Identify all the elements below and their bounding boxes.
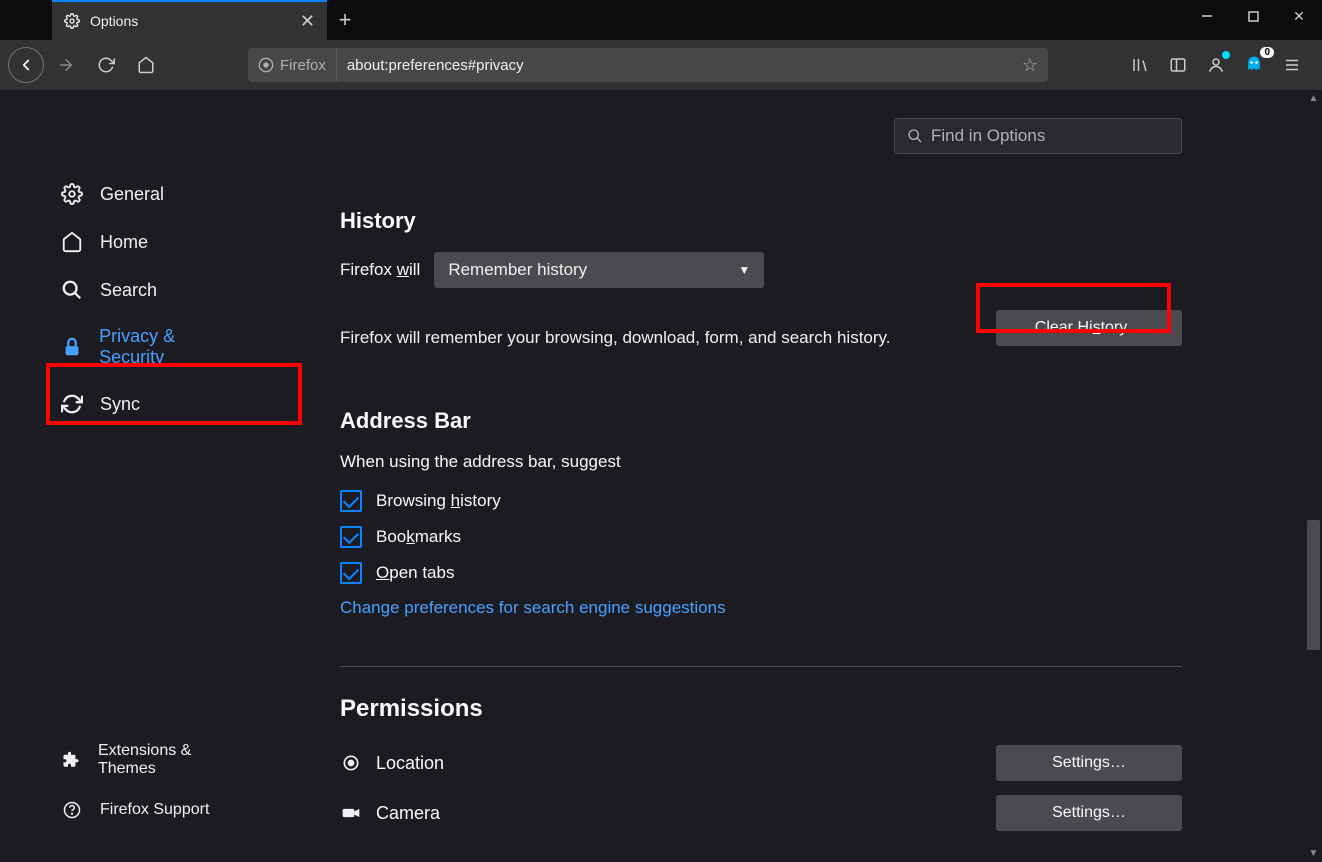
sidebar-item-label: Search bbox=[100, 280, 157, 301]
preferences-sidebar: General Home Search Privacy & Security S… bbox=[0, 90, 300, 862]
tab-options[interactable]: Options ✕ bbox=[52, 0, 327, 40]
urlbar-container: Firefox ☆ bbox=[248, 48, 1048, 82]
scroll-thumb[interactable] bbox=[1307, 520, 1320, 650]
tab-strip: Options ✕ + bbox=[0, 0, 363, 40]
tab-title: Options bbox=[90, 13, 138, 29]
back-button[interactable] bbox=[8, 47, 44, 83]
checkbox-bookmarks[interactable]: Bookmarks bbox=[340, 526, 1182, 548]
location-settings-button[interactable]: Settings… bbox=[996, 745, 1182, 781]
checkbox-icon bbox=[340, 490, 362, 512]
help-icon bbox=[60, 798, 84, 822]
permission-row-location: Location Settings… bbox=[340, 745, 1182, 781]
checkbox-icon bbox=[340, 526, 362, 548]
location-icon bbox=[340, 752, 362, 774]
chevron-down-icon: ▼ bbox=[738, 263, 750, 277]
minimize-button[interactable] bbox=[1184, 0, 1230, 32]
lock-icon bbox=[60, 335, 83, 359]
firefox-will-label: Firefox will bbox=[340, 260, 420, 280]
puzzle-icon bbox=[60, 748, 82, 772]
sidebar-item-label: Sync bbox=[100, 394, 140, 415]
history-mode-select[interactable]: Remember history ▼ bbox=[434, 252, 764, 288]
checkbox-icon bbox=[340, 562, 362, 584]
preferences-main: General Home Search Privacy & Security S… bbox=[0, 90, 1322, 862]
sidebar-item-extensions[interactable]: Extensions & Themes bbox=[0, 732, 300, 788]
checkbox-label: Browsing history bbox=[376, 491, 501, 511]
notification-dot bbox=[1222, 51, 1230, 59]
tab-close-button[interactable]: ✕ bbox=[300, 11, 315, 32]
reload-button[interactable] bbox=[88, 47, 124, 83]
addressbar-section: Address Bar When using the address bar, … bbox=[340, 408, 1182, 618]
gear-icon bbox=[64, 13, 80, 29]
url-input[interactable] bbox=[337, 48, 1012, 82]
camera-settings-button[interactable]: Settings… bbox=[996, 795, 1182, 831]
sidebar-item-support[interactable]: Firefox Support bbox=[0, 788, 300, 832]
titlebar: Options ✕ + ✕ bbox=[0, 0, 1322, 40]
sidebar-item-home[interactable]: Home bbox=[0, 218, 300, 266]
permission-label: Location bbox=[376, 753, 444, 774]
preferences-content: Find in Options History Firefox will Rem… bbox=[300, 90, 1322, 862]
camera-icon bbox=[340, 802, 362, 824]
vertical-scrollbar[interactable]: ▲ ▼ bbox=[1305, 90, 1322, 862]
ghostery-badge: 0 bbox=[1260, 47, 1274, 58]
home-button[interactable] bbox=[128, 47, 164, 83]
permissions-section: Permissions Location Settings… Camera Se… bbox=[340, 695, 1182, 831]
bookmark-star-icon[interactable]: ☆ bbox=[1012, 55, 1048, 76]
addressbar-heading: Address Bar bbox=[340, 408, 1182, 434]
permission-label: Camera bbox=[376, 803, 440, 824]
clear-history-button[interactable]: Clear History… bbox=[996, 310, 1182, 346]
search-options-box[interactable]: Find in Options bbox=[894, 118, 1182, 154]
sidebar-toggle-icon[interactable] bbox=[1160, 47, 1196, 83]
sidebar-item-privacy[interactable]: Privacy & Security bbox=[0, 314, 300, 380]
sidebar-item-label: General bbox=[100, 184, 164, 205]
history-section: History Firefox will Remember history ▼ … bbox=[340, 208, 1182, 348]
close-window-button[interactable]: ✕ bbox=[1276, 0, 1322, 32]
navbar: Firefox ☆ 0 bbox=[0, 40, 1322, 90]
ghostery-icon[interactable]: 0 bbox=[1236, 47, 1272, 83]
history-heading: History bbox=[340, 208, 1182, 234]
sidebar-item-sync[interactable]: Sync bbox=[0, 380, 300, 428]
identity-label: Firefox bbox=[280, 57, 326, 74]
search-suggestions-link[interactable]: Change preferences for search engine sug… bbox=[340, 598, 1182, 618]
window-controls: ✕ bbox=[1184, 0, 1322, 32]
permissions-heading: Permissions bbox=[340, 695, 1182, 723]
menu-button[interactable] bbox=[1274, 47, 1310, 83]
home-icon bbox=[60, 230, 84, 254]
search-icon bbox=[907, 128, 923, 144]
addressbar-subheading: When using the address bar, suggest bbox=[340, 452, 1182, 472]
search-icon bbox=[60, 278, 84, 302]
sidebar-item-general[interactable]: General bbox=[0, 170, 300, 218]
history-description: Firefox will remember your browsing, dow… bbox=[340, 328, 891, 348]
sidebar-item-label: Privacy & Security bbox=[99, 326, 240, 368]
search-placeholder: Find in Options bbox=[931, 126, 1045, 146]
checkbox-browsing-history[interactable]: Browsing history bbox=[340, 490, 1182, 512]
checkbox-label: Open tabs bbox=[376, 563, 454, 583]
maximize-button[interactable] bbox=[1230, 0, 1276, 32]
sync-icon bbox=[60, 392, 84, 416]
sidebar-item-search[interactable]: Search bbox=[0, 266, 300, 314]
scroll-up-icon[interactable]: ▲ bbox=[1305, 90, 1322, 107]
sidebar-item-label: Home bbox=[100, 232, 148, 253]
forward-button[interactable] bbox=[48, 47, 84, 83]
sidebar-footer: Extensions & Themes Firefox Support bbox=[0, 732, 300, 862]
permission-row-camera: Camera Settings… bbox=[340, 795, 1182, 831]
checkbox-label: Bookmarks bbox=[376, 527, 461, 547]
history-mode-row: Firefox will Remember history ▼ bbox=[340, 252, 1182, 288]
sidebar-item-label: Firefox Support bbox=[100, 801, 209, 819]
firefox-icon bbox=[258, 57, 274, 73]
gear-icon bbox=[60, 182, 84, 206]
identity-box[interactable]: Firefox bbox=[248, 48, 337, 82]
section-separator bbox=[340, 666, 1182, 667]
navbar-right-icons: 0 bbox=[1122, 47, 1314, 83]
sidebar-item-label: Extensions & Themes bbox=[98, 742, 240, 778]
library-icon[interactable] bbox=[1122, 47, 1158, 83]
account-icon[interactable] bbox=[1198, 47, 1234, 83]
scroll-down-icon[interactable]: ▼ bbox=[1305, 845, 1322, 862]
new-tab-button[interactable]: + bbox=[327, 0, 363, 40]
checkbox-open-tabs[interactable]: Open tabs bbox=[340, 562, 1182, 584]
select-value: Remember history bbox=[448, 260, 587, 280]
